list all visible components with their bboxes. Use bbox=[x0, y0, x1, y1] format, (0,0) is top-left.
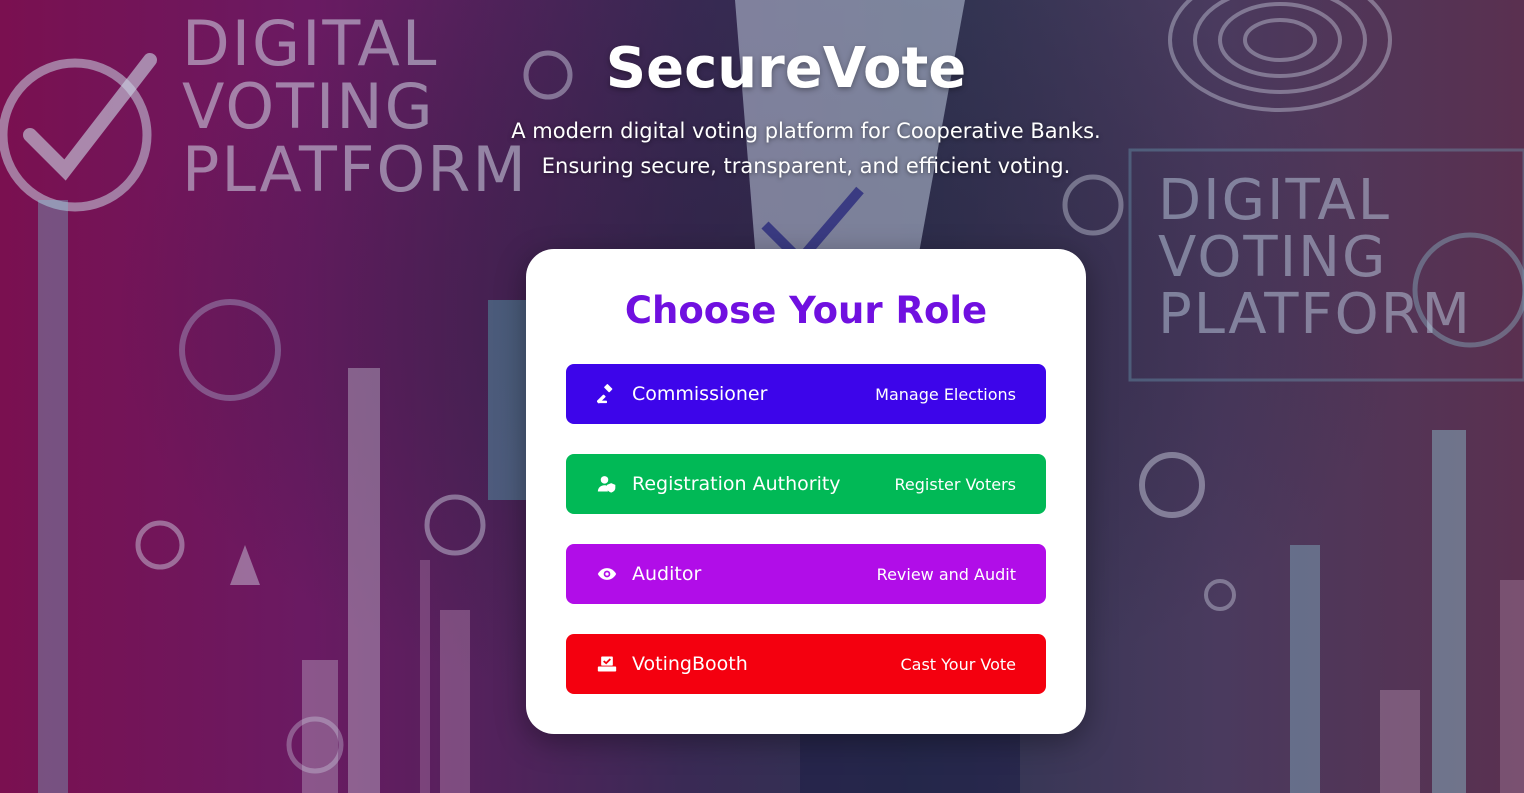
role-name: Registration Authority bbox=[632, 473, 841, 495]
registration-authority-button[interactable]: Registration Authority Register Voters bbox=[566, 454, 1046, 514]
background-word: VOTING bbox=[1158, 225, 1388, 291]
tagline-line: Ensuring secure, transparent, and effici… bbox=[541, 154, 1071, 178]
role-description: Manage Elections bbox=[875, 384, 1016, 404]
auditor-button[interactable]: Auditor Review and Audit bbox=[566, 544, 1046, 604]
page: DIGITAL VOTING PLATFORM DIGITAL VOTING P… bbox=[0, 0, 1524, 793]
role-description: Cast Your Vote bbox=[900, 654, 1016, 674]
hero-header: SecureVote A modern digital voting platf… bbox=[0, 30, 1524, 184]
role-description: Review and Audit bbox=[876, 564, 1016, 584]
eye-icon bbox=[596, 563, 618, 585]
background-word: PLATFORM bbox=[1158, 282, 1472, 348]
background-heading-right: DIGITAL VOTING PLATFORM bbox=[1158, 172, 1472, 343]
tagline: A modern digital voting platform for Coo… bbox=[44, 114, 1524, 184]
tagline-line: A modern digital voting platform for Coo… bbox=[511, 119, 1101, 143]
app-title: SecureVote bbox=[605, 36, 967, 101]
role-name: Commissioner bbox=[632, 383, 768, 405]
role-selection-card: Choose Your Role Commissioner Manage Ele… bbox=[526, 249, 1086, 734]
vote-box-icon bbox=[596, 653, 618, 675]
voting-booth-button[interactable]: VotingBooth Cast Your Vote bbox=[566, 634, 1046, 694]
user-shield-icon bbox=[596, 473, 618, 495]
gavel-icon bbox=[596, 383, 618, 405]
role-name: VotingBooth bbox=[632, 653, 748, 675]
role-name: Auditor bbox=[632, 563, 702, 585]
commissioner-button[interactable]: Commissioner Manage Elections bbox=[566, 364, 1046, 424]
card-title: Choose Your Role bbox=[624, 289, 988, 332]
role-description: Register Voters bbox=[894, 474, 1016, 494]
